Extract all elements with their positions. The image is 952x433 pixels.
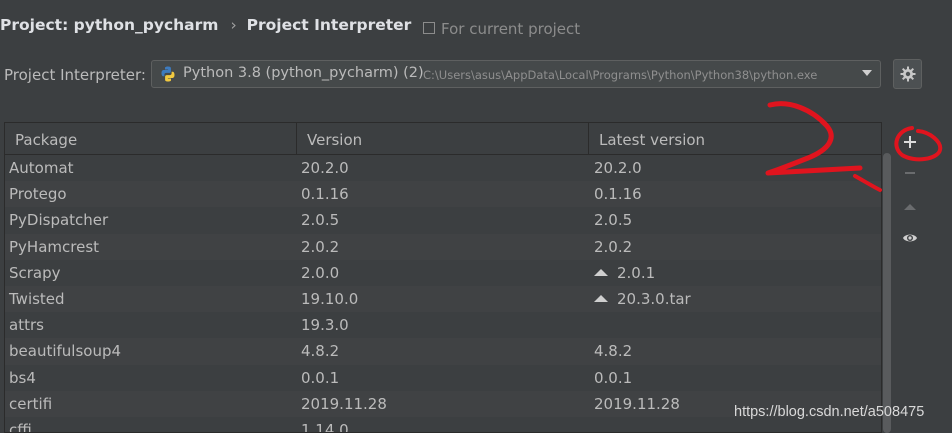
latest-version-cell: 4.8.2 xyxy=(594,342,632,360)
table-row[interactable]: Automat 20.2.0 20.2.0 xyxy=(5,155,881,182)
version-cell: 20.2.0 xyxy=(301,159,349,177)
interpreter-label: Project Interpreter: xyxy=(4,66,146,84)
latest-version-text: 20.3.0.tar xyxy=(617,289,691,308)
interpreter-name: Python 3.8 (python_pycharm) (2) xyxy=(183,65,424,81)
latest-version-cell: 0.0.1 xyxy=(594,369,632,387)
add-package-button[interactable] xyxy=(894,129,926,155)
version-cell: 0.1.16 xyxy=(301,185,349,204)
version-cell: 0.0.1 xyxy=(301,368,340,387)
package-name-cell: beautifulsoup4 xyxy=(9,342,122,361)
breadcrumb: Project: python_pycharm › Project Interpre… xyxy=(0,16,411,34)
minus-icon xyxy=(905,172,915,174)
upgrade-available-icon xyxy=(594,294,608,302)
eye-icon xyxy=(903,234,917,242)
version-cell: 2.0.0 xyxy=(301,263,340,282)
package-name-cell: Twisted xyxy=(9,289,65,308)
interpreter-settings-button[interactable] xyxy=(893,59,922,89)
table-body: Automat 20.2.0 20.2.0 Protego 0.1.16 0.1.16 Py… xyxy=(5,155,881,433)
upgrade-available-icon xyxy=(594,268,608,276)
package-name-cell: bs4 xyxy=(9,368,36,387)
column-divider xyxy=(588,123,589,154)
package-name-cell: attrs xyxy=(9,316,44,335)
column-header-latest-version[interactable]: Latest version xyxy=(599,131,705,149)
python-icon xyxy=(161,66,175,82)
packages-table: Package Version Latest version Automat 20… xyxy=(4,122,882,433)
column-header-version[interactable]: Version xyxy=(307,131,362,149)
table-row[interactable]: Twisted 19.10.0 20.3.0.tar xyxy=(5,285,881,313)
scope-label: For current project xyxy=(441,20,581,38)
version-cell: 19.10.0 xyxy=(301,289,359,308)
latest-version-text: 4.8.2 xyxy=(594,342,633,361)
package-name-cell: PyHamcrest xyxy=(9,237,100,256)
latest-version-cell: 2.0.5 xyxy=(594,211,632,229)
column-header-package[interactable]: Package xyxy=(15,131,77,149)
package-name-cell: Protego xyxy=(9,185,67,204)
breadcrumb-project[interactable]: Project: python_pycharm xyxy=(0,16,218,34)
latest-version-cell: 0.1.16 xyxy=(594,185,642,203)
package-name-cell: PyDispatcher xyxy=(9,211,109,230)
copy-icon xyxy=(423,22,435,34)
version-cell: 2.0.5 xyxy=(301,211,340,230)
breadcrumb-current: Project Interpreter xyxy=(246,16,412,34)
plus-icon xyxy=(904,136,916,148)
latest-version-cell: 2.0.2 xyxy=(594,238,632,256)
latest-version-text: 2.0.2 xyxy=(594,237,633,256)
gear-icon xyxy=(900,66,916,82)
watermark: https://blog.csdn.net/a508475 xyxy=(734,404,925,420)
scope-hint: For current project xyxy=(423,20,580,38)
table-row[interactable]: Scrapy 2.0.0 2.0.1 xyxy=(5,259,881,286)
package-name-cell: certifi xyxy=(9,394,53,413)
table-row[interactable]: beautifulsoup4 4.8.2 4.8.2 xyxy=(5,338,881,365)
remove-package-button[interactable] xyxy=(894,160,926,186)
chevron-down-icon[interactable] xyxy=(862,70,872,76)
package-name-cell: Automat xyxy=(9,159,74,177)
package-name-cell: cffi xyxy=(9,420,32,433)
version-cell: 4.8.2 xyxy=(301,342,340,361)
version-cell: 2.0.2 xyxy=(301,237,340,256)
latest-version-text: 2019.11.28 xyxy=(594,394,680,413)
latest-version-text: 2.0.5 xyxy=(594,211,633,230)
up-arrow-icon xyxy=(904,204,916,210)
table-row[interactable]: PyDispatcher 2.0.5 2.0.5 xyxy=(5,207,881,234)
table-row[interactable]: bs4 0.0.1 0.0.1 xyxy=(5,364,881,391)
latest-version-text: 0.0.1 xyxy=(594,368,633,387)
latest-version-text: 0.1.16 xyxy=(594,185,642,204)
table-scrollbar[interactable] xyxy=(882,153,892,433)
upgrade-package-button[interactable] xyxy=(894,194,926,220)
latest-version-cell: 20.2.0 xyxy=(594,159,642,177)
chevron-right-icon: › xyxy=(230,16,237,34)
latest-version-cell: 2.0.1 xyxy=(594,264,655,282)
interpreter-path: C:\Users\asus\AppData\Local\Programs\Pyt… xyxy=(423,68,818,82)
version-cell: 2019.11.28 xyxy=(301,394,387,413)
interpreter-select[interactable]: Python 3.8 (python_pycharm) (2) C:\Users… xyxy=(151,60,881,88)
scrollbar-thumb[interactable] xyxy=(883,153,891,433)
table-row[interactable]: Protego 0.1.16 0.1.16 xyxy=(5,181,881,208)
latest-version-cell: 2019.11.28 xyxy=(594,395,680,413)
version-cell: 19.3.0 xyxy=(301,316,349,335)
latest-version-cell: 20.3.0.tar xyxy=(594,290,691,308)
show-early-releases-button[interactable] xyxy=(894,225,926,251)
column-divider xyxy=(296,123,297,154)
package-name-cell: Scrapy xyxy=(9,263,61,282)
table-row[interactable]: attrs 19.3.0 xyxy=(5,312,881,339)
latest-version-text: 20.2.0 xyxy=(594,159,642,177)
latest-version-text: 2.0.1 xyxy=(617,263,656,282)
table-row[interactable]: PyHamcrest 2.0.2 2.0.2 xyxy=(5,233,881,260)
version-cell: 1.14.0 xyxy=(301,420,349,433)
table-header: Package Version Latest version xyxy=(5,123,881,155)
